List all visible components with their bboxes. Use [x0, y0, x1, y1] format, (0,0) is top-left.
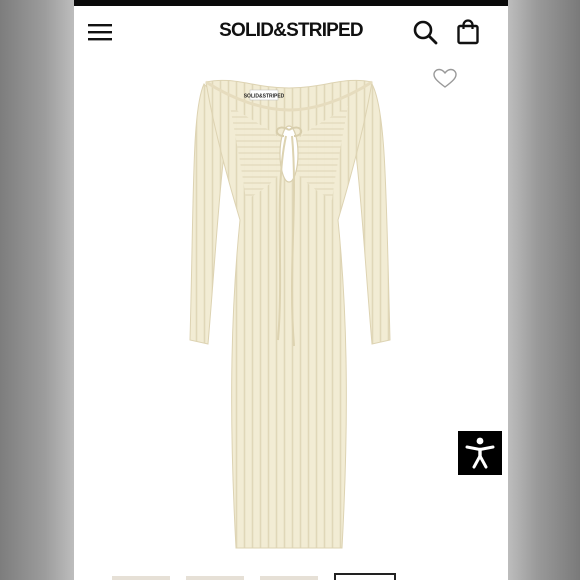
wishlist-button[interactable]: [430, 66, 460, 92]
accessibility-button[interactable]: [458, 431, 502, 475]
accessibility-person-icon: [465, 437, 495, 469]
hamburger-menu-icon: [88, 24, 112, 41]
product-image-dress[interactable]: SOLID&STRIPED: [174, 70, 404, 560]
heart-outline-icon: [433, 68, 457, 88]
site-header: SOLID&STRIPED: [74, 6, 508, 58]
search-button[interactable]: [407, 14, 443, 50]
mobile-screen: SOLID&STRIPED SOLID&STRIPED: [74, 0, 508, 580]
gallery-thumb-4-active[interactable]: [334, 573, 396, 580]
background-blur-right: [508, 0, 580, 580]
background-blur-left: [0, 0, 74, 580]
gallery-thumb-2[interactable]: [186, 576, 244, 580]
gallery-thumb-3[interactable]: [260, 576, 318, 580]
garment-label-text: SOLID&STRIPED: [244, 94, 285, 100]
brand-logo[interactable]: SOLID&STRIPED: [206, 20, 376, 42]
gallery-thumbnails: [74, 572, 508, 580]
menu-button[interactable]: [82, 14, 118, 50]
gallery-thumb-1[interactable]: [112, 576, 170, 580]
shopping-bag-button[interactable]: [450, 14, 486, 50]
shopping-bag-icon: [457, 19, 479, 45]
search-icon: [413, 20, 438, 45]
